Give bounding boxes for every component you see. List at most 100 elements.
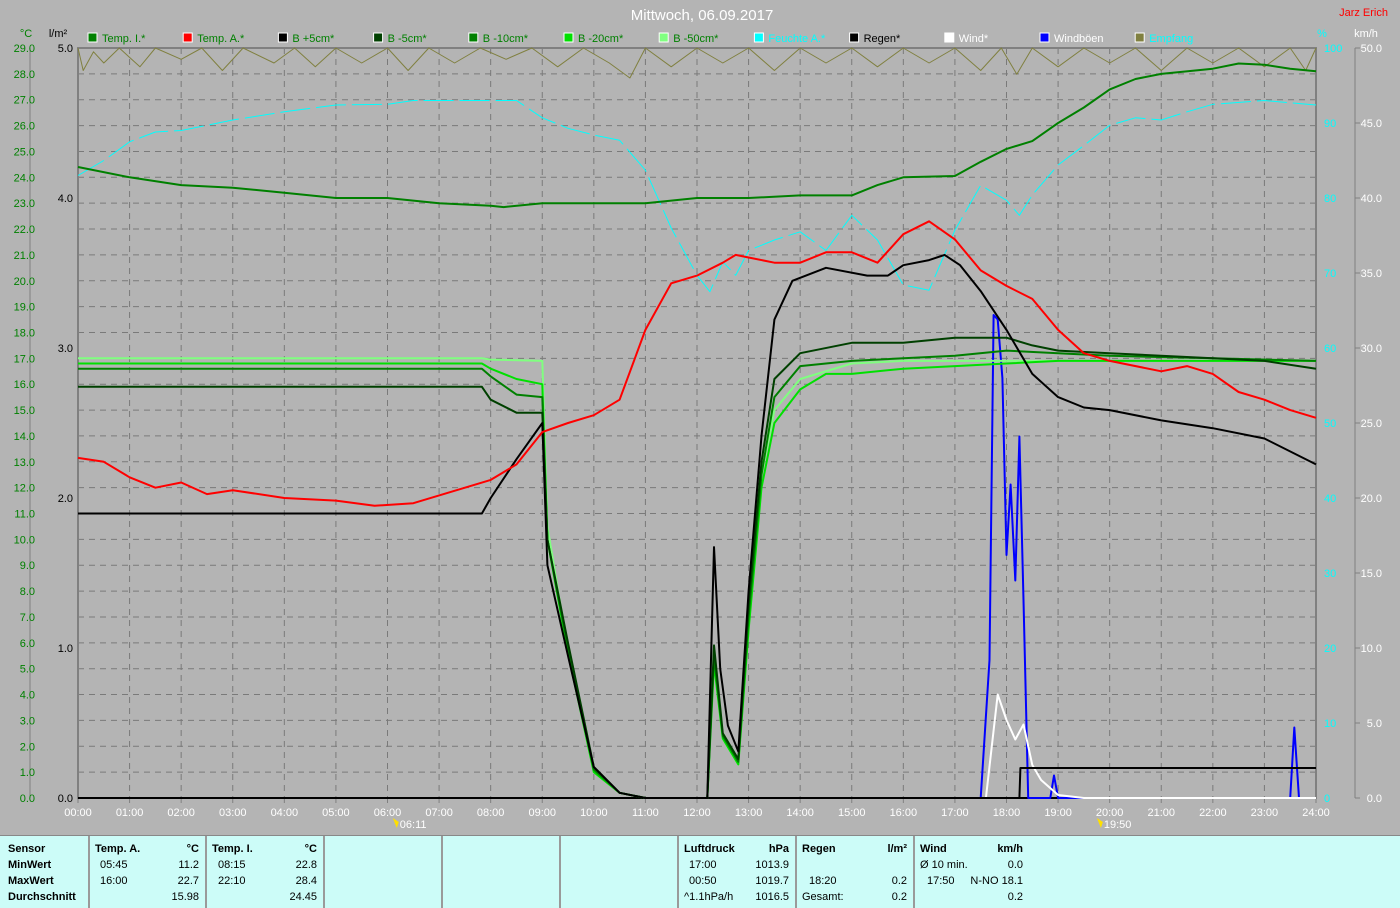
temp-tick-label: 11.0	[14, 509, 35, 521]
pressure-min: 1013.9	[755, 859, 789, 871]
legend-label: Temp. I.*	[102, 33, 146, 45]
time-tick-label: 24:00	[1302, 807, 1330, 819]
time-tick-label: 03:00	[219, 807, 247, 819]
time-tick-label: 11:00	[632, 807, 659, 819]
time-tick-label: 06:00	[374, 807, 402, 819]
temp-tick-label: 0.0	[20, 793, 35, 805]
wind-tick-label: 0.0	[1367, 793, 1382, 805]
temp-tick-label: 29.0	[14, 43, 35, 55]
temp-a-header: Temp. A.	[95, 843, 141, 855]
statistics-panel: Sensor MinWert MaxWert Durchschnitt Temp…	[0, 835, 1400, 908]
temp-tick-label: 15.0	[14, 405, 35, 417]
wind-mean: 0.2	[1007, 891, 1023, 903]
humidity-tick-label: 70	[1324, 268, 1336, 280]
humidity-tick-label: 90	[1324, 118, 1336, 130]
empty-column	[561, 836, 679, 908]
legend: Temp. I.* Temp. A.* B +5cm* B -5cm* B -10cm*…	[87, 32, 1193, 45]
legend-label: B -10cm*	[483, 33, 529, 45]
sunset-icon	[1096, 818, 1103, 828]
time-tick-label: 00:00	[64, 807, 92, 819]
legend-swatch	[373, 32, 384, 43]
temp-axis-unit: °C	[20, 28, 32, 40]
temp-tick-label: 16.0	[14, 379, 35, 391]
legend-swatch	[182, 32, 193, 43]
legend-swatch	[563, 32, 574, 43]
temp-a-min: 11.2	[178, 859, 199, 871]
temp-tick-label: 12.0	[14, 483, 35, 495]
time-tick-label: 23:00	[1251, 807, 1279, 819]
legend-swatch	[658, 32, 669, 43]
weather-chart: Mittwoch, 06.09.2017 Jarz Erich °C l/m²% k…	[14, 7, 1388, 831]
wind-tick-label: 50.0	[1361, 43, 1382, 55]
humidity-tick-label: 0	[1324, 793, 1330, 805]
temp-tick-label: 18.0	[14, 327, 35, 339]
legend-label: Regen*	[864, 33, 901, 45]
wind-tick-label: 20.0	[1361, 493, 1382, 505]
humidity-tick-label: 30	[1324, 568, 1336, 580]
legend-swatch	[87, 32, 98, 43]
empty-column	[443, 836, 561, 908]
time-tick-label: 08:00	[477, 807, 505, 819]
time-tick-label: 09:00	[528, 807, 556, 819]
temp-tick-label: 9.0	[20, 560, 35, 572]
sunrise-time-label: 06:11	[400, 819, 427, 831]
humidity-tick-label: 20	[1324, 643, 1336, 655]
temp-a-max: 22.7	[177, 875, 199, 887]
sensor-column: Sensor MinWert MaxWert Durchschnitt	[0, 836, 90, 908]
rain-tick-label: 0.0	[58, 793, 73, 805]
temp-i-max: 28.4	[295, 875, 317, 887]
wind-tick-label: 10.0	[1361, 643, 1382, 655]
legend-label: B -50cm*	[673, 33, 719, 45]
author-label: Jarz Erich	[1339, 7, 1388, 19]
wind-column: Wind km/h Ø 10 min. 0.0 17:50 N-NO 18.1 …	[915, 836, 1031, 908]
wind-max-time: 17:50	[927, 875, 955, 887]
temp-tick-label: 2.0	[20, 741, 35, 753]
time-tick-label: 14:00	[786, 807, 814, 819]
time-tick-label: 01:00	[116, 807, 144, 819]
temp-i-avg: 24.45	[289, 891, 317, 903]
rain-max-time: 18:20	[809, 875, 837, 887]
temp-tick-label: 5.0	[20, 664, 35, 676]
wind-tick-label: 35.0	[1361, 268, 1382, 280]
temp-tick-label: 20.0	[14, 276, 35, 288]
temp-a-unit: °C	[186, 843, 199, 855]
legend-swatch	[944, 32, 955, 43]
rain-tick-label: 1.0	[58, 643, 73, 655]
rain-column: Regen l/m² 18:20 0.2 Gesamt: 0.2	[797, 836, 915, 908]
temp-tick-label: 4.0	[20, 690, 35, 702]
pressure-max: 1019.7	[755, 875, 789, 887]
pressure-header: Luftdruck	[684, 843, 735, 855]
temp-i-header: Temp. I.	[212, 843, 253, 855]
temp-i-min: 22.8	[295, 859, 317, 871]
temp-tick-label: 17.0	[14, 353, 35, 365]
wind-tick-label: 30.0	[1361, 343, 1382, 355]
temp-tick-label: 23.0	[14, 198, 35, 210]
temp-tick-label: 1.0	[20, 767, 35, 779]
time-tick-label: 02:00	[167, 807, 195, 819]
time-tick-label: 20:00	[1096, 807, 1124, 819]
time-tick-label: 17:00	[941, 807, 969, 819]
legend-swatch	[1134, 32, 1145, 43]
humidity-tick-label: 10	[1324, 718, 1336, 730]
wind-max: N-NO 18.1	[970, 875, 1023, 887]
empty-column	[325, 836, 443, 908]
temp-tick-label: 21.0	[14, 250, 35, 262]
time-tick-label: 22:00	[1199, 807, 1227, 819]
temp-tick-label: 22.0	[14, 224, 35, 236]
legend-swatch	[1039, 32, 1050, 43]
temp-tick-label: 19.0	[14, 302, 35, 314]
rain-unit: l/m²	[887, 843, 907, 855]
legend-swatch	[277, 32, 288, 43]
temp-tick-label: 13.0	[14, 457, 35, 469]
rain-max: 0.2	[891, 875, 907, 887]
legend-label: B -20cm*	[578, 33, 624, 45]
pressure-min-time: 17:00	[689, 859, 717, 871]
wind-unit: km/h	[997, 843, 1023, 855]
legend-swatch	[849, 32, 860, 43]
time-tick-label: 19:00	[1044, 807, 1072, 819]
time-tick-label: 18:00	[993, 807, 1021, 819]
temp-tick-label: 25.0	[14, 146, 35, 158]
temp-a-avg: 15.98	[171, 891, 199, 903]
time-tick-label: 12:00	[683, 807, 711, 819]
rain-total-label: Gesamt:	[802, 891, 844, 903]
